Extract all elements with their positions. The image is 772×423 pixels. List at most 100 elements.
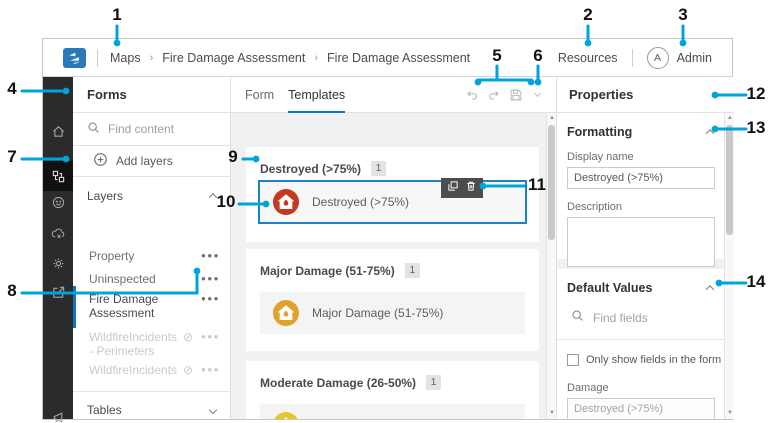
esri-logo[interactable] (63, 48, 86, 68)
only-show-fields-option[interactable]: Only show fields in the form (567, 354, 725, 366)
duplicate-button[interactable] (447, 179, 459, 197)
callout-2: 2 (583, 5, 592, 25)
search-icon (571, 309, 584, 327)
undo-button[interactable] (463, 86, 480, 103)
find-content-search[interactable] (73, 113, 230, 146)
tab-templates[interactable]: Templates (288, 77, 345, 113)
display-name-field[interactable] (567, 167, 715, 189)
chevron-up-icon (706, 129, 714, 137)
default-values-section: Default Values Only show fields in the f… (557, 269, 725, 419)
callout-9: 9 (228, 147, 237, 167)
layer-row-uninspected[interactable]: Uninspected ●●● (73, 272, 230, 286)
search-icon (87, 121, 100, 137)
sidebar-item-settings[interactable] (43, 248, 73, 278)
template-item-toolbar (441, 178, 483, 198)
add-circle-icon (93, 152, 108, 170)
description-field[interactable] (567, 217, 715, 267)
callout-8: 8 (7, 281, 16, 301)
sidebar-item-offline[interactable] (43, 218, 73, 248)
gear-icon (51, 256, 66, 271)
megaphone-icon (51, 410, 66, 423)
template-group-title: Moderate Damage (26-50%) (260, 376, 416, 390)
undo-icon (465, 88, 479, 102)
overflow-menu-icon[interactable]: ●●● (201, 292, 220, 306)
add-layers-button[interactable]: Add layers (73, 146, 230, 177)
user-menu[interactable]: Admin (677, 51, 712, 65)
scrollbar-thumb[interactable] (548, 125, 555, 240)
damage-field[interactable] (567, 398, 715, 419)
properties-scrollbar[interactable]: ▲ ▼ (724, 113, 734, 419)
delete-button[interactable] (465, 179, 477, 197)
layers-section-header[interactable]: Layers (73, 181, 230, 211)
sidebar-item-sharing[interactable] (43, 277, 73, 307)
callout-4: 4 (7, 79, 16, 99)
sidebar-item-geofences[interactable] (43, 187, 73, 217)
breadcrumb-maps[interactable]: Maps (110, 51, 141, 65)
breadcrumb-separator-icon: › (150, 52, 154, 64)
overflow-menu-icon[interactable]: ●●● (201, 363, 220, 377)
layer-row-wildfire-incidents[interactable]: WildfireIncidents ⊘ ●●● (73, 363, 230, 377)
sidebar-item-overview[interactable] (43, 116, 73, 146)
overflow-menu-icon[interactable]: ●●● (201, 272, 220, 286)
duplicate-icon (447, 180, 459, 192)
template-group-card: Moderate Damage (26-50%) 1 Moderate Dama… (246, 361, 539, 419)
add-layers-label: Add layers (116, 154, 173, 168)
destroyed-template-icon (273, 189, 299, 215)
divider (73, 391, 230, 392)
sidebar-rail: » (43, 77, 73, 419)
overflow-menu-icon[interactable]: ●●● (201, 249, 220, 263)
forms-icon (51, 169, 66, 184)
search-input[interactable] (593, 311, 693, 325)
resources-menu[interactable]: Resources (558, 51, 618, 65)
geofences-icon (51, 195, 66, 210)
properties-scroll-area: Formatting Display name Description Defa… (557, 113, 725, 419)
template-item-major-damage[interactable]: Major Damage (51-75%) (260, 292, 525, 334)
redo-button[interactable] (485, 86, 502, 103)
tab-form[interactable]: Form (245, 77, 274, 113)
template-group-card: Destroyed (>75%) 1 Destroyed (>75%) (246, 147, 539, 242)
callout-11: 11 (528, 175, 546, 195)
callout-3: 3 (678, 5, 687, 25)
callout-12: 12 (747, 84, 766, 104)
screenshot-stage: Maps › Fire Damage Assessment › Fire Dam… (0, 0, 772, 423)
blocked-icon: ⊘ (183, 363, 193, 377)
share-icon (51, 285, 66, 300)
sidebar-item-feedback[interactable] (43, 402, 73, 423)
save-menu-button[interactable] (529, 86, 546, 103)
save-button[interactable] (507, 86, 524, 103)
chevron-up-icon (706, 285, 714, 293)
callout-5: 5 (492, 46, 501, 66)
avatar[interactable]: A (647, 47, 669, 69)
tables-section-header[interactable]: Tables (73, 395, 230, 423)
damage-field-label: Damage (567, 382, 725, 394)
templates-panel: Form Templates Destroyed (>75%) 1 (231, 77, 556, 419)
layer-row-property[interactable]: Property ●●● (73, 249, 230, 263)
find-fields-search[interactable] (571, 309, 725, 327)
layer-row-wildfire-perimeters[interactable]: WildfireIncidents - Perimeters ⊘ ●●● (73, 330, 230, 358)
scrollbar-thumb[interactable] (726, 125, 733, 235)
chevron-down-icon (532, 89, 543, 100)
layer-row-fire-damage-assessment[interactable]: Fire Damage Assessment ●●● (73, 292, 230, 320)
default-values-section-header[interactable]: Default Values (557, 269, 725, 295)
header-divider (97, 49, 98, 67)
template-item-destroyed[interactable]: Destroyed (>75%) (258, 180, 527, 224)
template-group-title: Destroyed (>75%) (260, 162, 361, 176)
formatting-section-header[interactable]: Formatting (557, 113, 725, 139)
callout-14: 14 (747, 272, 766, 292)
description-label: Description (567, 201, 725, 213)
template-item-moderate-damage[interactable]: Moderate Damage (26-50%) (260, 404, 525, 419)
scroll-down-icon[interactable]: ▼ (725, 408, 735, 418)
checkbox[interactable] (567, 354, 579, 366)
properties-panel-title: Properties (557, 77, 734, 113)
template-group-card: Major Damage (51-75%) 1 Major Damage (51… (246, 249, 539, 351)
breadcrumb-map-name[interactable]: Fire Damage Assessment (162, 51, 305, 65)
template-group-title: Major Damage (51-75%) (260, 264, 395, 278)
offline-cloud-icon (51, 226, 66, 241)
save-icon (509, 88, 523, 102)
overflow-menu-icon[interactable]: ●●● (201, 330, 220, 344)
redo-icon (487, 88, 501, 102)
templates-scrollbar[interactable]: ▲ ▼ (546, 113, 556, 419)
search-input[interactable] (108, 122, 208, 136)
scroll-up-icon[interactable]: ▲ (725, 113, 735, 123)
template-count-badge: 1 (405, 263, 420, 278)
